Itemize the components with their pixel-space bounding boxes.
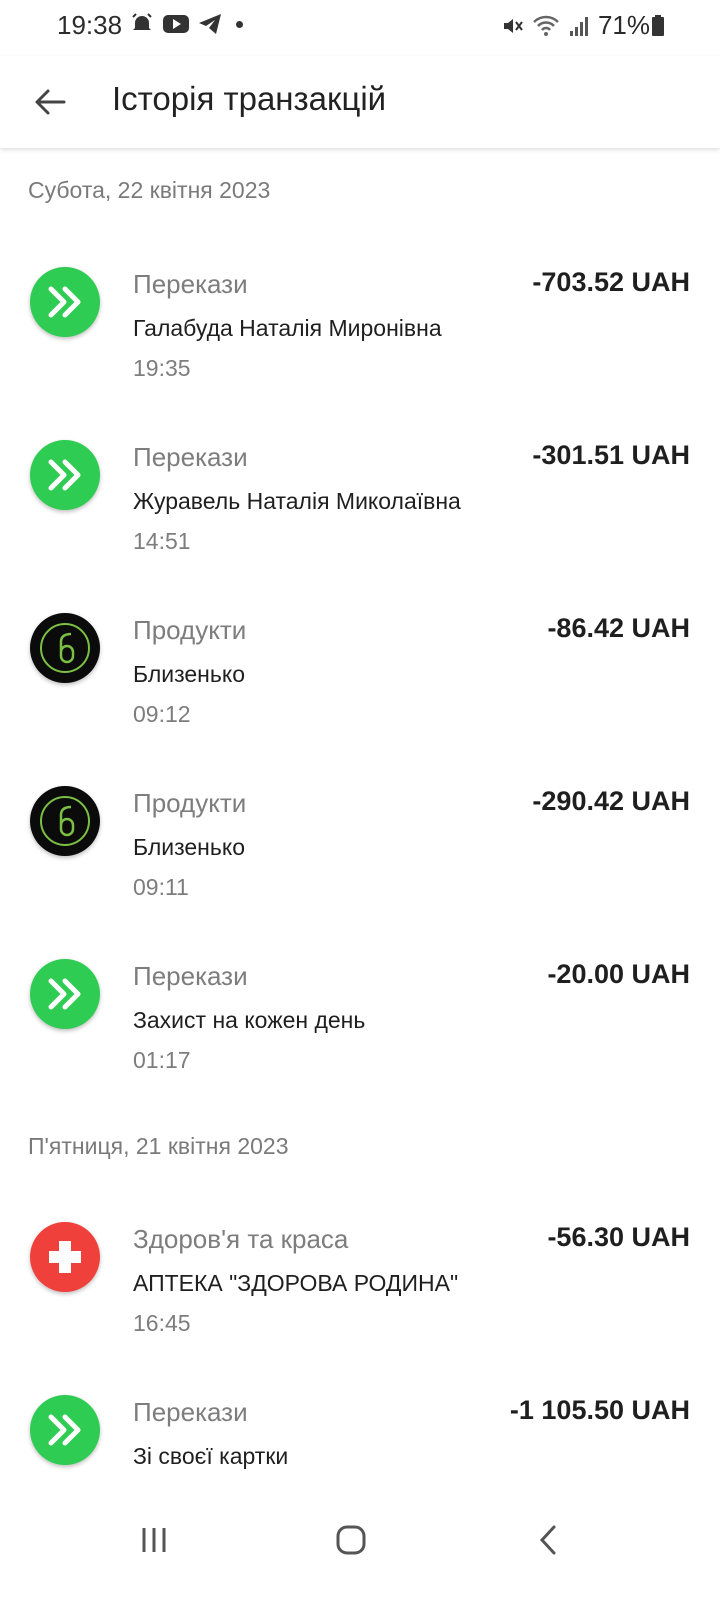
transaction-time: 14:51 [133, 528, 191, 554]
transaction-item[interactable]: Здоров'я та краса АПТЕКА "ЗДОРОВА РОДИНА… [0, 1222, 720, 1372]
transaction-time: 09:11 [133, 874, 189, 900]
mute-icon [503, 18, 523, 33]
transaction-amount: -56.30 UAH [547, 1222, 690, 1252]
transaction-category: Перекази [133, 1397, 248, 1427]
back-button[interactable] [30, 82, 70, 122]
medical-cross-icon [30, 1222, 100, 1292]
transaction-category: Перекази [133, 961, 248, 991]
transaction-item[interactable]: Перекази Журавель Наталія Миколаївна 14:… [0, 440, 720, 590]
date-header: П'ятниця, 21 квітня 2023 [28, 1133, 289, 1159]
youtube-icon [163, 15, 189, 33]
alarm-icon [132, 13, 152, 30]
transaction-name: Зі своєї картки [133, 1443, 289, 1469]
status-time: 19:38 [57, 10, 123, 40]
page-title: Історія транзакцій [112, 80, 387, 117]
transfer-icon [30, 267, 100, 337]
transfer-icon [30, 440, 100, 510]
transaction-time: 16:45 [133, 1310, 191, 1336]
status-bar: 19:38 71% [0, 0, 720, 56]
telegram-icon [199, 14, 221, 34]
transaction-category: Продукти [133, 788, 247, 818]
transaction-amount: -86.42 UAH [547, 613, 690, 643]
battery-icon [652, 15, 664, 36]
blyzenko-logo-icon [30, 786, 100, 856]
date-header: Субота, 22 квітня 2023 [28, 177, 271, 203]
transaction-item[interactable]: Продукти Близенько 09:11 -290.42 UAH [0, 786, 720, 936]
transaction-category: Перекази [133, 442, 248, 472]
notification-dot [236, 20, 243, 28]
transaction-amount: -290.42 UAH [532, 786, 690, 816]
transaction-time: 09:12 [133, 701, 191, 727]
transaction-name: Близенько [133, 661, 245, 687]
transaction-time: 19:35 [133, 355, 191, 381]
transaction-name: Журавель Наталія Миколаївна [133, 488, 461, 514]
arrow-left-icon [35, 89, 66, 115]
transaction-amount: -20.00 UAH [547, 959, 690, 989]
transaction-category: Здоров'я та краса [133, 1224, 349, 1254]
status-right-icons: 71% [500, 10, 650, 41]
transaction-amount: -301.51 UAH [532, 440, 690, 470]
home-button[interactable] [321, 1510, 381, 1570]
status-left-icons [130, 12, 243, 36]
system-nav-bar [0, 1490, 720, 1600]
transaction-name: Близенько [133, 834, 245, 860]
transaction-category: Перекази [133, 269, 248, 299]
home-icon [336, 1525, 366, 1555]
wifi-icon [533, 15, 559, 36]
recent-apps-icon [142, 1528, 166, 1552]
signal-icon [569, 16, 588, 36]
transaction-category: Продукти [133, 615, 247, 645]
transfer-icon [30, 959, 100, 1029]
transaction-amount: -1 105.50 UAH [509, 1395, 690, 1425]
transaction-amount: -703.52 UAH [532, 267, 690, 297]
transaction-item[interactable]: Перекази Галабуда Наталія Миронівна 19:3… [0, 267, 720, 417]
back-nav-button[interactable] [518, 1510, 578, 1570]
transaction-name: Галабуда Наталія Миронівна [133, 315, 442, 341]
transaction-item[interactable]: Продукти Близенько 09:12 -86.42 UAH [0, 613, 720, 763]
transaction-name: АПТЕКА "ЗДОРОВА РОДИНА" [133, 1270, 459, 1296]
recent-apps-button[interactable] [124, 1510, 184, 1570]
app-bar: Історія транзакцій [0, 56, 720, 148]
transaction-name: Захист на кожен день [133, 1007, 366, 1033]
transaction-item[interactable]: Перекази Зі своєї картки -1 105.50 UAH [0, 1395, 720, 1490]
transaction-time: 01:17 [133, 1047, 191, 1073]
battery-percent: 71% [597, 10, 650, 40]
blyzenko-logo-icon [30, 613, 100, 683]
chevron-left-icon [539, 1525, 556, 1555]
transaction-item[interactable]: Перекази Захист на кожен день 01:17 -20.… [0, 959, 720, 1109]
transfer-icon [30, 1395, 100, 1465]
